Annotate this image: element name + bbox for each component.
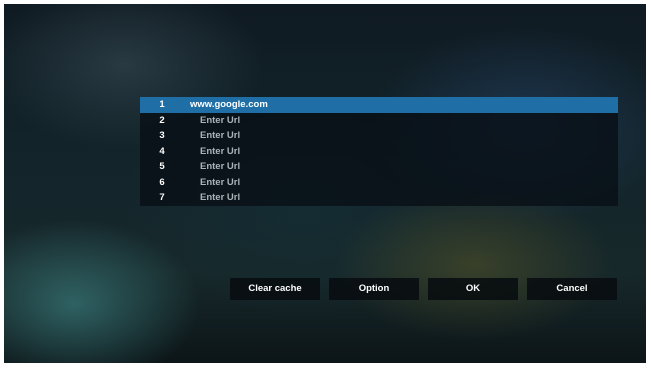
url-row-1[interactable]: 1 www.google.com — [140, 97, 618, 113]
url-row-3[interactable]: 3 Enter Url — [140, 128, 618, 144]
url-row-placeholder: Enter Url — [200, 192, 241, 203]
url-list: 1 www.google.com 2 Enter Url 3 Enter Url… — [140, 97, 618, 206]
url-row-number: 2 — [159, 114, 165, 126]
cancel-button[interactable]: Cancel — [527, 278, 617, 300]
app-screen: 1 www.google.com 2 Enter Url 3 Enter Url… — [4, 4, 646, 363]
url-row-5[interactable]: 5 Enter Url — [140, 159, 618, 175]
url-row-number: 7 — [159, 192, 165, 203]
url-row-value: www.google.com — [190, 99, 268, 110]
option-button[interactable]: Option — [329, 278, 419, 300]
url-row-4[interactable]: 4 Enter Url — [140, 144, 618, 160]
url-row-7[interactable]: 7 Enter Url — [140, 190, 618, 206]
url-row-placeholder: Enter Url — [200, 161, 241, 172]
url-row-number: 5 — [159, 161, 165, 172]
url-row-number: 4 — [159, 145, 165, 157]
url-row-placeholder: Enter Url — [200, 145, 241, 157]
url-row-placeholder: Enter Url — [200, 130, 241, 141]
url-row-number: 6 — [159, 176, 165, 188]
clear-cache-button[interactable]: Clear cache — [230, 278, 320, 300]
ok-button[interactable]: OK — [428, 278, 518, 300]
url-row-6[interactable]: 6 Enter Url — [140, 175, 618, 191]
url-row-number: 3 — [159, 130, 165, 141]
url-row-2[interactable]: 2 Enter Url — [140, 113, 618, 129]
url-row-number: 1 — [159, 99, 165, 110]
url-row-placeholder: Enter Url — [200, 114, 241, 126]
url-row-placeholder: Enter Url — [200, 176, 241, 188]
